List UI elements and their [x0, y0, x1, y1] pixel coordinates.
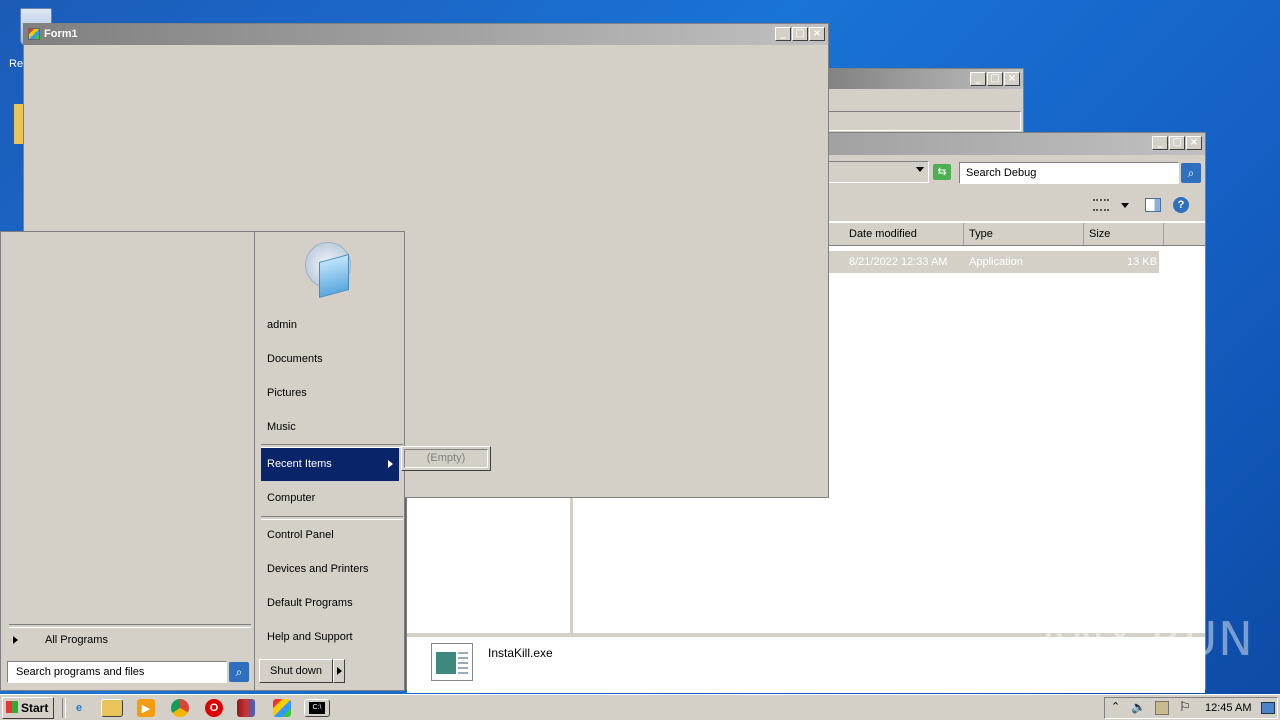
volume-icon[interactable]: 🔈	[1131, 700, 1146, 714]
address-dropdown-icon[interactable]	[916, 167, 924, 172]
shutdown-button[interactable]: Shut down	[259, 659, 333, 683]
internet-explorer-icon[interactable]: e	[70, 699, 88, 717]
start-item-control-panel[interactable]: Control Panel	[261, 520, 399, 550]
command-prompt-icon[interactable]: C:\	[304, 699, 330, 717]
start-button[interactable]: Start	[2, 697, 54, 719]
application-file-icon	[431, 643, 473, 681]
start-item-help-and-support[interactable]: Help and Support	[261, 622, 399, 652]
start-item-documents[interactable]: Documents	[261, 344, 399, 374]
opera-icon[interactable]: O	[205, 699, 223, 717]
system-tray: ⌃ 🔈 ⚐ 12:45 AM	[1104, 697, 1278, 719]
start-item-devices-and-printers[interactable]: Devices and Printers	[261, 554, 399, 584]
column-header-date[interactable]: Date modified	[844, 223, 964, 245]
start-label: Start	[21, 701, 49, 715]
search-input[interactable]: Search Debug	[959, 162, 1179, 184]
start-menu-programs-pane	[2, 233, 254, 655]
form-app-taskbar-icon[interactable]	[273, 699, 291, 717]
search-placeholder: Search Debug	[966, 167, 1037, 179]
action-center-flag-icon[interactable]: ⚐	[1179, 699, 1191, 715]
show-hidden-icons-icon[interactable]: ⌃	[1111, 700, 1120, 713]
start-menu-places-pane: admin Documents Pictures Music Recent It…	[254, 232, 404, 690]
background-window[interactable]: _ □ ×	[820, 68, 1024, 134]
winrar-icon[interactable]	[237, 699, 255, 717]
details-filename: InstaKill.exe	[488, 646, 553, 660]
close-icon[interactable]: ×	[1186, 136, 1202, 150]
maximize-icon[interactable]: □	[1169, 136, 1185, 150]
recycle-bin-label: Re	[9, 58, 24, 70]
preview-pane-icon[interactable]	[1145, 198, 1161, 212]
watermark-logo: ANY RUN	[1038, 612, 1254, 666]
minimize-icon[interactable]: _	[1152, 136, 1168, 150]
arrow-right-icon	[13, 636, 18, 644]
form-app-icon	[28, 28, 40, 40]
taskbar-separator	[62, 698, 66, 718]
chrome-icon[interactable]	[171, 699, 189, 717]
shutdown-label: Shut down	[270, 665, 322, 677]
recent-items-submenu: (Empty)	[401, 446, 491, 471]
refresh-icon[interactable]: ⇆	[933, 164, 951, 180]
file-type: Application	[969, 256, 1023, 268]
file-date: 8/21/2022 12:33 AM	[849, 256, 948, 268]
minimize-icon[interactable]: _	[775, 27, 791, 41]
navigation-pane-divider[interactable]	[570, 493, 573, 635]
taskbar: Start e ▶ O C:\ ⌃ 🔈 ⚐ 12:45 AM	[0, 694, 1280, 720]
all-programs-label: All Programs	[45, 634, 108, 646]
start-item-admin[interactable]: admin	[261, 310, 399, 340]
form1-titlebar[interactable]: Form1 _ □ ×	[24, 24, 828, 45]
form1-title: Form1	[44, 28, 78, 40]
background-window-field	[825, 111, 1021, 131]
clock[interactable]: 12:45 AM	[1205, 702, 1251, 714]
show-desktop-icon[interactable]	[1261, 702, 1275, 714]
all-programs-button[interactable]: All Programs	[9, 628, 251, 652]
start-menu: All Programs Search programs and files ⌕…	[0, 231, 405, 691]
start-item-default-programs[interactable]: Default Programs	[261, 588, 399, 618]
start-item-music[interactable]: Music	[261, 412, 399, 442]
maximize-icon[interactable]: □	[792, 27, 808, 41]
search-icon[interactable]: ⌕	[1181, 163, 1201, 183]
background-window-titlebar[interactable]: _ □ ×	[821, 69, 1023, 89]
windows-logo-icon	[6, 701, 18, 713]
maximize-icon[interactable]: □	[987, 72, 1003, 86]
views-dropdown-icon[interactable]	[1121, 203, 1129, 208]
help-icon[interactable]: ?	[1173, 197, 1189, 213]
column-header-type[interactable]: Type	[964, 223, 1084, 245]
network-icon[interactable]	[1155, 701, 1169, 715]
start-search-input[interactable]: Search programs and files	[7, 661, 227, 683]
start-search-placeholder: Search programs and files	[16, 666, 145, 678]
start-item-pictures[interactable]: Pictures	[261, 378, 399, 408]
search-icon[interactable]: ⌕	[229, 662, 249, 682]
shutdown-options-button[interactable]	[333, 659, 345, 683]
start-item-computer[interactable]: Computer	[261, 483, 399, 513]
user-picture-icon[interactable]	[299, 240, 361, 302]
close-icon[interactable]: ×	[809, 27, 825, 41]
media-player-icon[interactable]: ▶	[137, 699, 155, 717]
start-item-recent-items[interactable]: Recent Items	[261, 448, 399, 481]
views-icon[interactable]	[1093, 199, 1109, 211]
file-size: 13 KB	[1127, 256, 1157, 268]
recent-items-empty: (Empty)	[404, 449, 488, 468]
arrow-right-icon	[337, 667, 342, 675]
close-icon[interactable]: ×	[1004, 72, 1020, 86]
arrow-right-icon	[388, 460, 393, 468]
recent-items-label: Recent Items	[267, 458, 332, 470]
minimize-icon[interactable]: _	[970, 72, 986, 86]
windows-explorer-icon[interactable]	[101, 699, 123, 717]
column-header-size[interactable]: Size	[1084, 223, 1164, 245]
